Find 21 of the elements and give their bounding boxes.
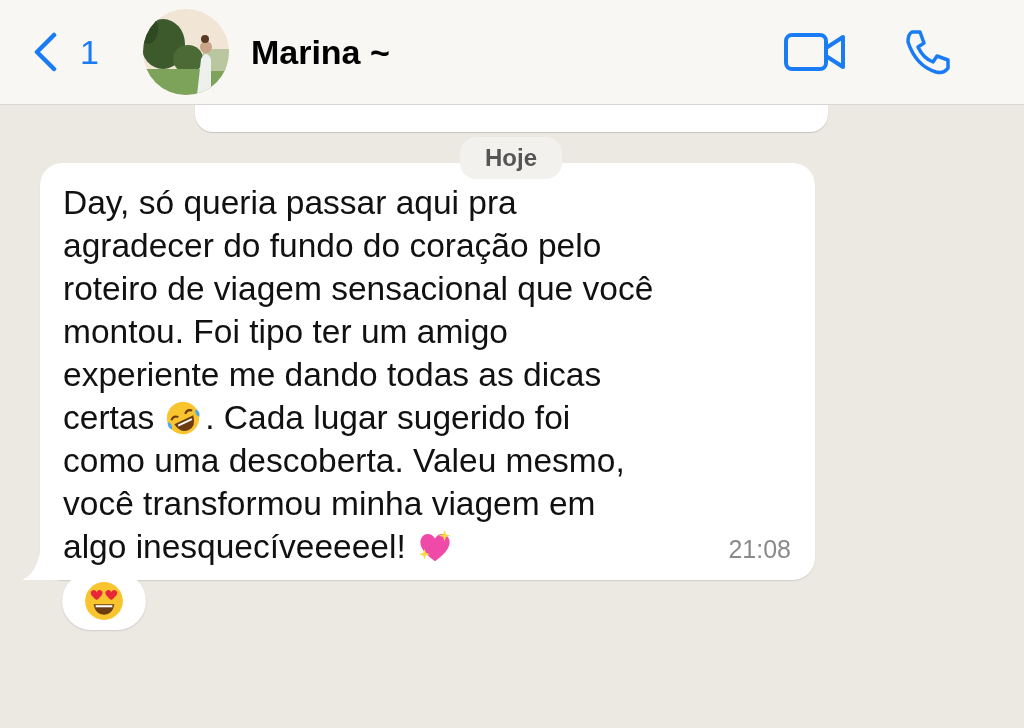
back-button[interactable]: 1	[32, 32, 99, 72]
message-text: experiente me dando todas as dicas	[63, 355, 602, 394]
message-time: 21:08	[728, 535, 791, 564]
message-text: Day, só queria passar aqui pra	[63, 183, 517, 222]
phone-icon	[904, 28, 952, 76]
video-camera-icon	[784, 31, 846, 73]
message-text: agradecer do fundo do coração pelo	[63, 226, 602, 265]
reaction-button[interactable]	[62, 572, 146, 630]
video-call-button[interactable]	[784, 31, 846, 73]
message-text: você transformou minha viagem em	[63, 484, 596, 523]
chevron-left-icon	[32, 32, 58, 72]
voice-call-button[interactable]	[904, 28, 952, 76]
message-text: algo inesquecíveeeeel!	[63, 527, 406, 566]
date-label: Hoje	[460, 137, 562, 179]
heart-eyes-emoji-icon	[83, 580, 125, 622]
message-text: montou. Foi tipo ter um amigo	[63, 312, 508, 351]
message-text: roteiro de viagem sensacional que você	[63, 269, 654, 308]
contact-name[interactable]: Marina ~	[250, 32, 390, 72]
message-text: como uma descoberta. Valeu mesmo,	[63, 441, 625, 480]
message-text: . Cada lugar sugerido foi	[205, 398, 571, 437]
message-text: certas	[63, 398, 155, 437]
